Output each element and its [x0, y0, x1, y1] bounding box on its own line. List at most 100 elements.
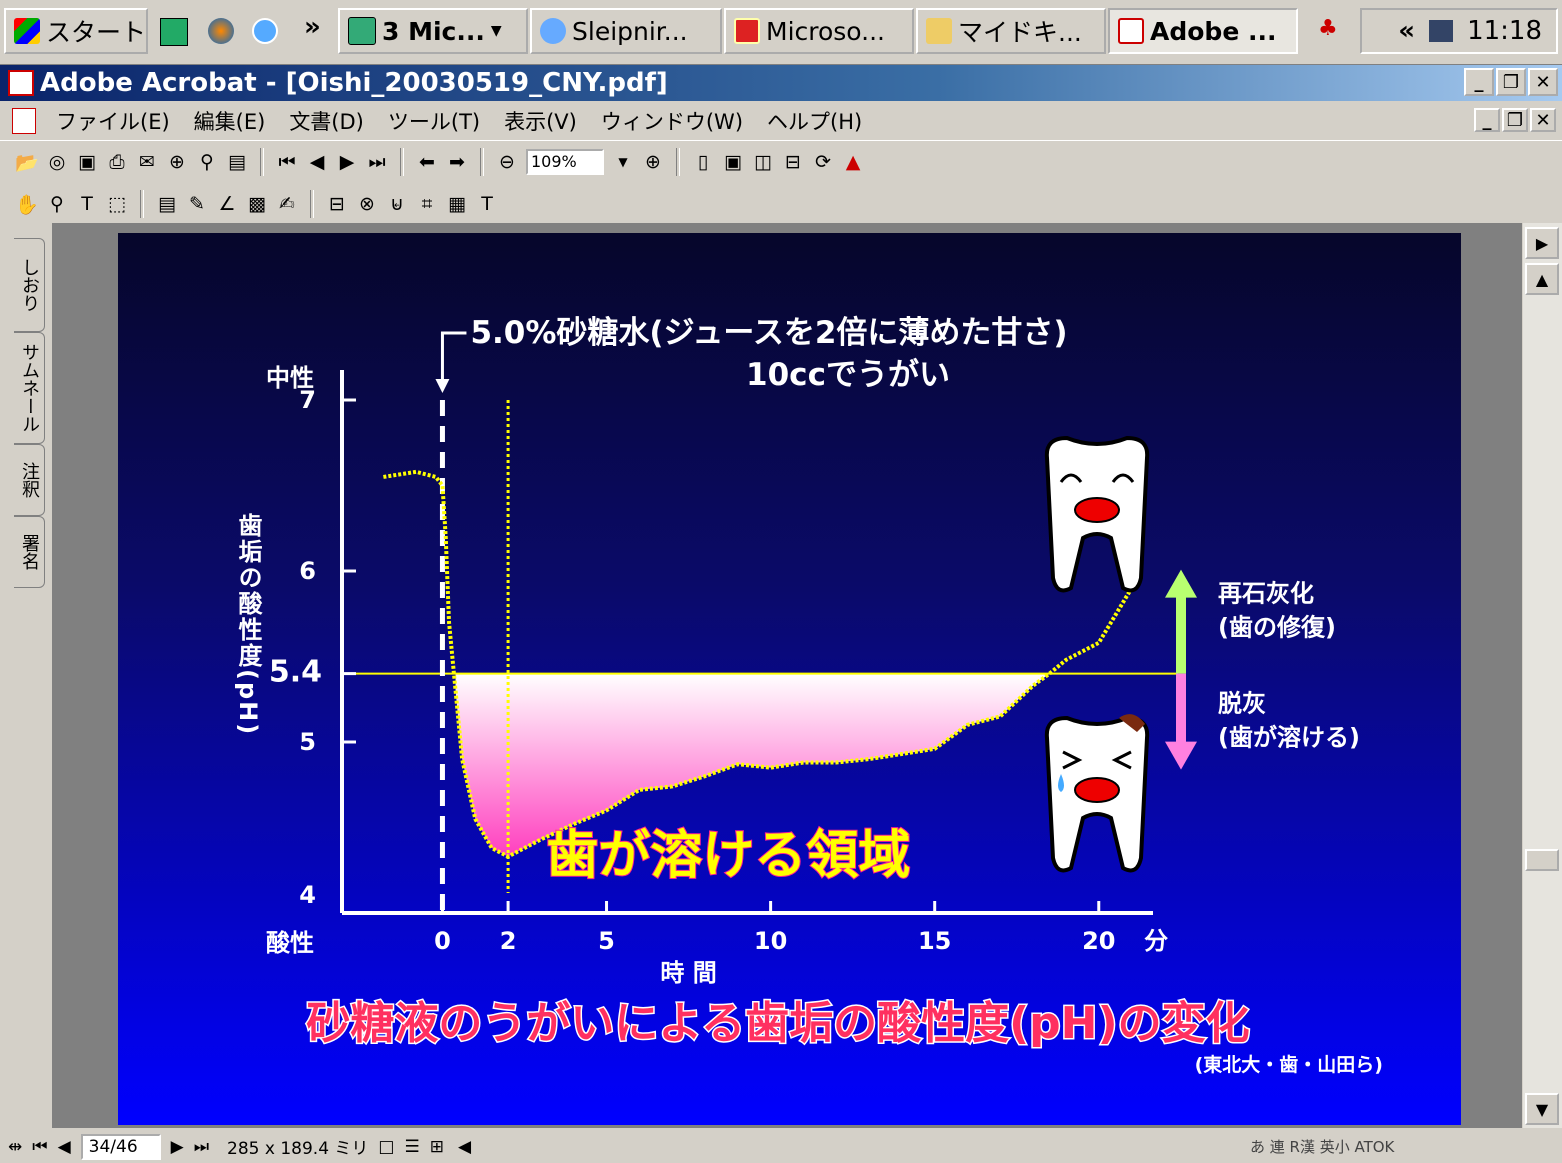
previous-page-icon[interactable]: ◀: [306, 151, 328, 173]
crop-tool-icon[interactable]: ⌗: [416, 193, 438, 215]
taskbar-item-label: 3 Mic...: [382, 16, 485, 46]
menu-tools[interactable]: ツール(T): [376, 106, 492, 136]
ime-toolbar[interactable]: あ 連 R漢 英小 ATOK: [1250, 1136, 1394, 1157]
quicklaunch-more-button[interactable]: »: [304, 12, 321, 42]
doc-restore-button[interactable]: ❐: [1502, 108, 1528, 132]
system-tray: « 11:18: [1360, 8, 1558, 54]
annotation-line-2: 10ccでうがい: [746, 357, 950, 393]
x-tick-label: 10: [754, 927, 787, 955]
language-bar-icon[interactable]: ♣: [1318, 16, 1338, 41]
sign-icon[interactable]: ✍: [276, 193, 298, 215]
forward-icon[interactable]: ➡: [446, 151, 468, 173]
doc-close-button[interactable]: ✕: [1530, 108, 1556, 132]
network-icon[interactable]: [1429, 20, 1454, 42]
highlight-icon[interactable]: ∠: [216, 193, 238, 215]
touchup-text-icon[interactable]: T: [476, 193, 498, 215]
menu-document[interactable]: 文書(D): [277, 106, 376, 136]
first-page-icon[interactable]: ⏮: [32, 1137, 47, 1157]
taskbar-item-sleipnir[interactable]: Sleipnir...: [530, 8, 722, 54]
doc-minimize-button[interactable]: _: [1474, 108, 1500, 132]
zoom-tool-icon[interactable]: ⚲: [46, 193, 68, 215]
next-page-icon[interactable]: ▶: [336, 151, 358, 173]
tab-thumbnails[interactable]: サムネール: [14, 332, 45, 444]
scroll-thumb[interactable]: [1525, 849, 1559, 871]
next-page-icon[interactable]: ▶: [171, 1137, 184, 1157]
zoom-field[interactable]: 109%: [526, 149, 604, 175]
navigation-pane-icon[interactable]: ▤: [226, 151, 248, 173]
last-page-icon[interactable]: ⏭: [366, 151, 388, 173]
tray-expand-button[interactable]: «: [1398, 16, 1415, 46]
menu-edit[interactable]: 編集(E): [182, 106, 278, 136]
continuous-icon[interactable]: ☰: [404, 1137, 419, 1157]
back-icon[interactable]: ⬅: [416, 151, 438, 173]
last-page-icon[interactable]: ⏭: [194, 1137, 209, 1157]
status-bar: ⇹ ⏮ ◀ 34/46 ▶ ⏭ 285 x 189.4 ミリ □ ☰ ⊞ ◀ あ…: [0, 1130, 1562, 1163]
vertical-scrollbar[interactable]: ▶ ▲ ▼: [1523, 223, 1562, 1128]
next-page-icon[interactable]: ▶: [1525, 227, 1559, 259]
tab-signatures[interactable]: 署名: [14, 516, 45, 588]
zoom-in-icon[interactable]: ⊕: [642, 151, 664, 173]
close-button[interactable]: ✕: [1528, 68, 1558, 96]
x-tick-label: 5: [598, 927, 615, 955]
single-page-icon[interactable]: □: [378, 1137, 394, 1157]
first-page-icon[interactable]: ⏮: [276, 151, 298, 173]
annotation-leader: [440, 331, 467, 385]
web-icon[interactable]: ⊕: [166, 151, 188, 173]
sleipnir-icon: [540, 18, 566, 44]
print-icon[interactable]: ⎙: [106, 151, 128, 173]
scroll-left-icon[interactable]: ◀: [458, 1137, 471, 1157]
reflow-icon[interactable]: ⊟: [782, 151, 804, 173]
save-icon[interactable]: ▣: [76, 151, 98, 173]
rotate-icon[interactable]: ⟳: [812, 151, 834, 173]
taskbar-item-adobe[interactable]: Adobe ...: [1108, 8, 1298, 54]
clock[interactable]: 11:18: [1467, 16, 1542, 46]
movie-tool-icon[interactable]: ▦: [446, 193, 468, 215]
restore-button[interactable]: ❐: [1496, 68, 1526, 96]
link-tool-icon[interactable]: ⊗: [356, 193, 378, 215]
page-number-field[interactable]: 34/46: [80, 1133, 161, 1160]
graphics-select-icon[interactable]: ⬚: [106, 193, 128, 215]
menu-window[interactable]: ウィンドウ(W): [589, 106, 755, 136]
minimize-button[interactable]: _: [1464, 68, 1494, 96]
taskbar-item-mic[interactable]: 3 Mic... ▼: [338, 8, 528, 54]
open-icon[interactable]: 📂: [15, 151, 39, 174]
stamp-icon[interactable]: ▩: [246, 193, 268, 215]
taskbar-item-my-documents[interactable]: マイドキ...: [916, 8, 1106, 54]
browser-icon[interactable]: [252, 18, 278, 44]
hand-tool-icon[interactable]: ✋: [15, 193, 39, 216]
chevron-down-icon[interactable]: ▼: [612, 151, 634, 173]
text-select-icon[interactable]: T: [76, 193, 98, 215]
start-button[interactable]: スタート: [4, 8, 148, 54]
media-player-icon[interactable]: [208, 18, 234, 44]
document-pane[interactable]: 4 5 5.4 6 7 0 2 5 10 15 20 分 5.0%砂糖水(ジュースを2倍に薄めた甘さ) 1…: [52, 223, 1522, 1128]
search-icon[interactable]: ⚲: [196, 151, 218, 173]
split-handle-icon[interactable]: ⇹: [8, 1137, 22, 1157]
window-title-bar[interactable]: Adobe Acrobat - [Oishi_20030519_CNY.pdf]…: [0, 65, 1562, 101]
note-tool-icon[interactable]: ▤: [156, 193, 178, 215]
quicklaunch-app-icon[interactable]: [160, 18, 188, 46]
actual-size-icon[interactable]: ▯: [692, 151, 714, 173]
facing-icon[interactable]: ⊞: [430, 1137, 444, 1157]
organizer-icon[interactable]: ◎: [46, 151, 68, 173]
article-tool-icon[interactable]: ⊌: [386, 193, 408, 215]
neutral-label: 中性: [266, 364, 314, 392]
zoom-out-icon[interactable]: ⊖: [496, 151, 518, 173]
previous-page-icon[interactable]: ◀: [58, 1137, 71, 1157]
scroll-up-icon[interactable]: ▲: [1525, 263, 1559, 295]
fit-page-icon[interactable]: ▣: [722, 151, 744, 173]
adobe-online-icon[interactable]: ▲: [842, 151, 864, 173]
menu-help[interactable]: ヘルプ(H): [755, 106, 874, 136]
document-icon[interactable]: [12, 108, 36, 134]
tab-comments[interactable]: 注釈: [14, 444, 45, 516]
taskbar-item-powerpoint[interactable]: Microso...: [724, 8, 914, 54]
email-icon[interactable]: ✉: [136, 151, 158, 173]
pencil-icon[interactable]: ✎: [186, 193, 208, 215]
tab-bookmarks[interactable]: しおり: [14, 238, 45, 332]
menu-file[interactable]: ファイル(E): [44, 106, 182, 136]
scroll-down-icon[interactable]: ▼: [1525, 1093, 1559, 1125]
form-tool-icon[interactable]: ⊟: [326, 193, 348, 215]
slide-title: 砂糖液のうがいによる歯垢の酸性度(pH)の変化: [306, 998, 1249, 1049]
x-tick-label: 2: [500, 927, 517, 955]
fit-width-icon[interactable]: ◫: [752, 151, 774, 173]
menu-view[interactable]: 表示(V): [492, 106, 589, 136]
